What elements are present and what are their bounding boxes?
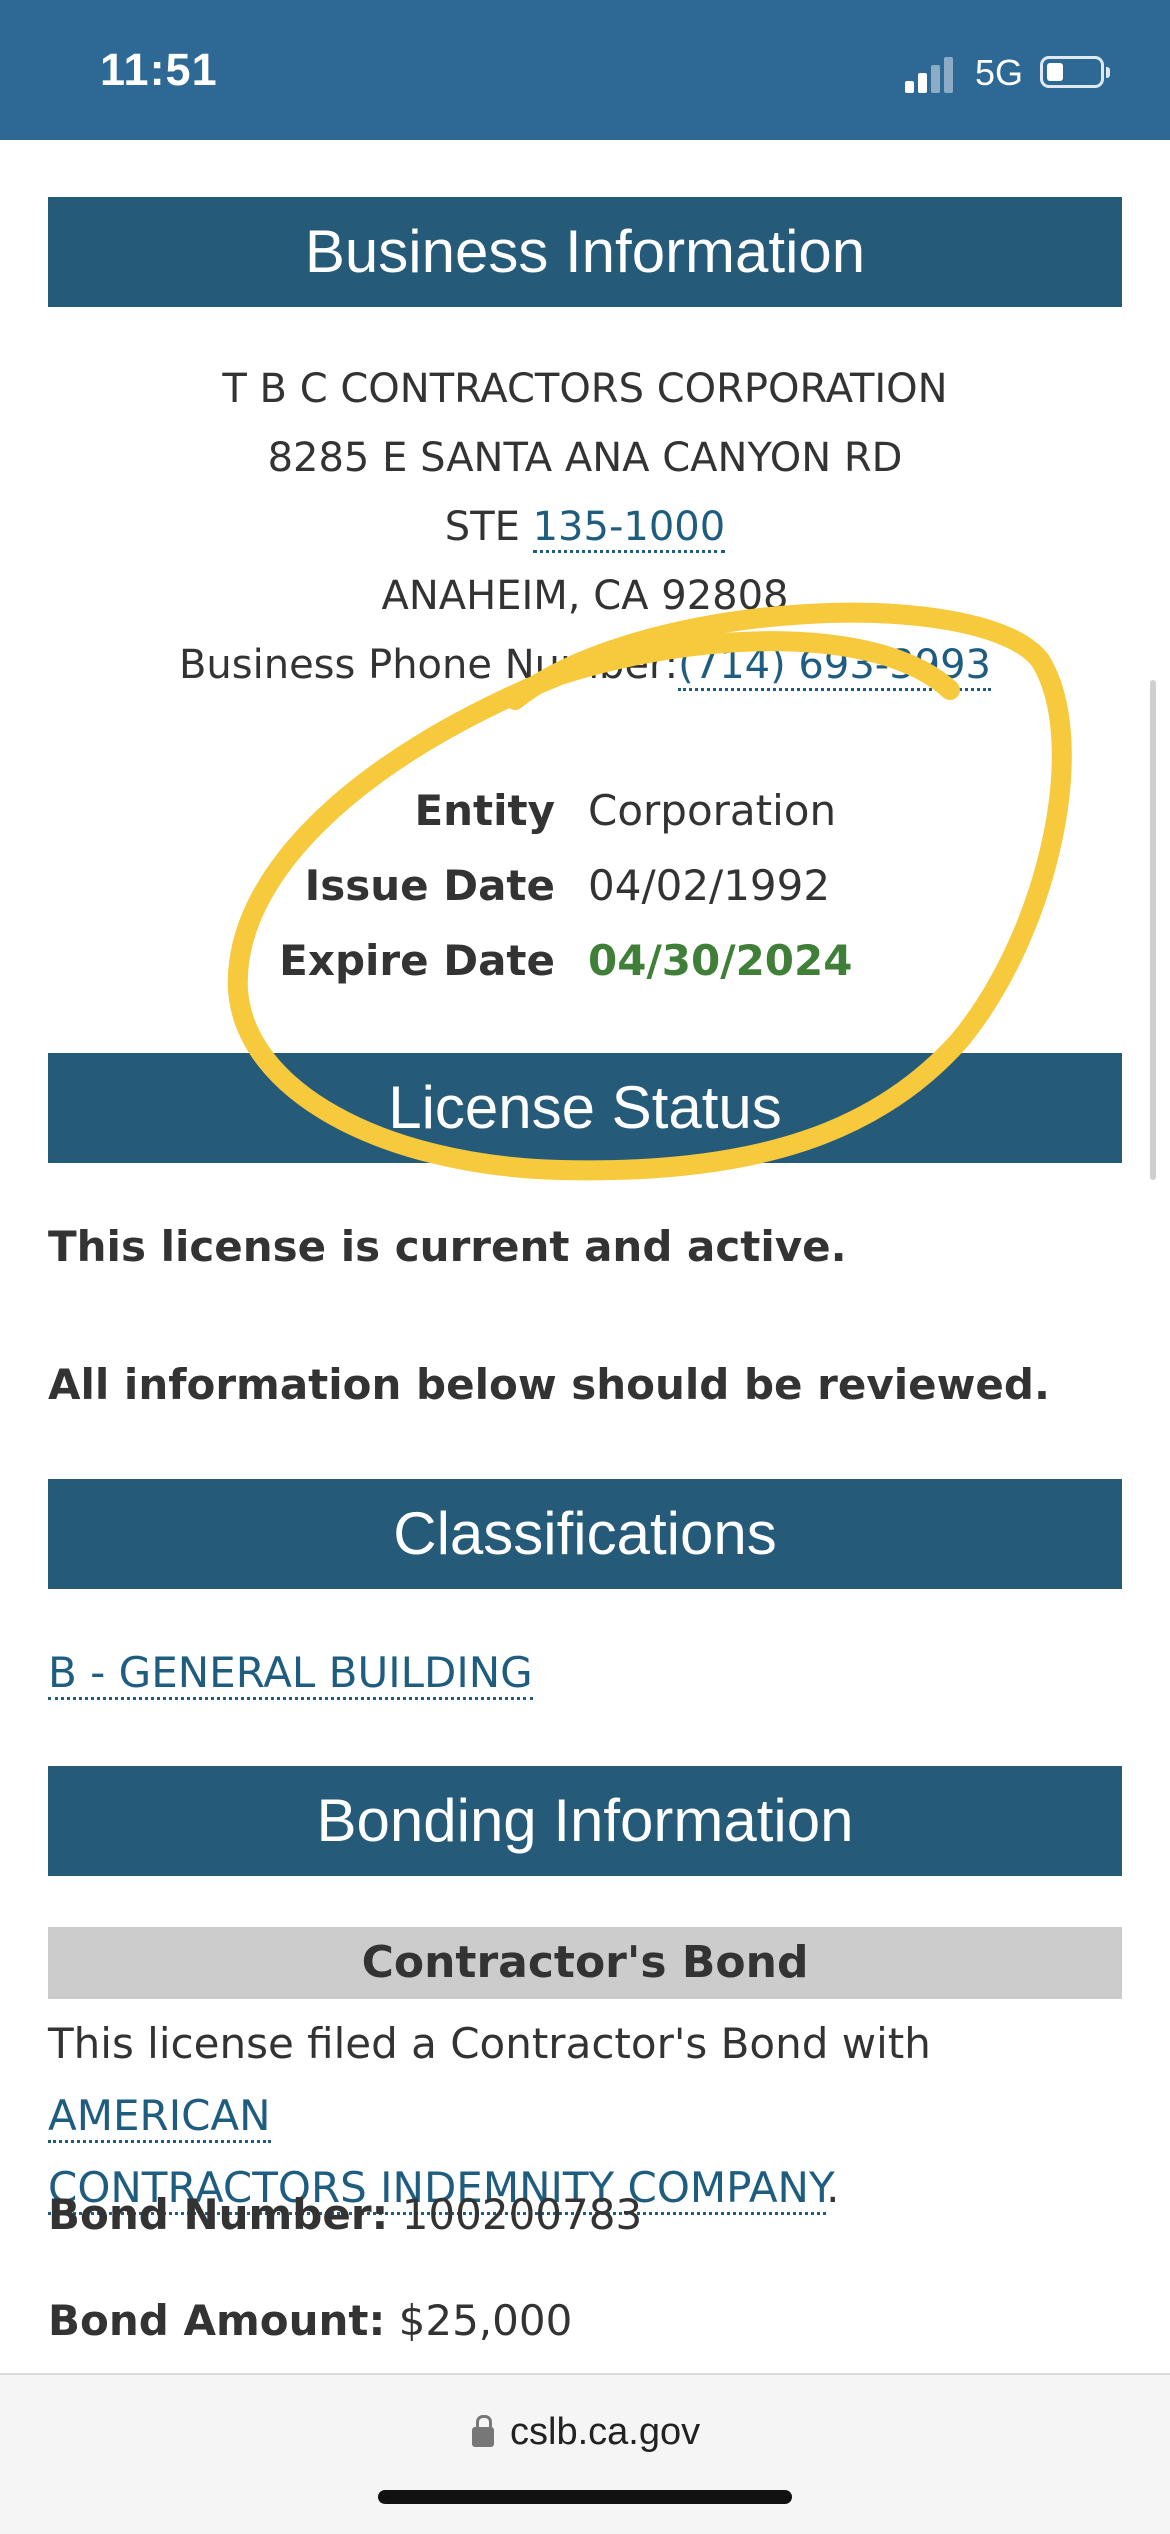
expire-date-label: Expire Date — [279, 936, 555, 985]
phone-link[interactable]: (714) 693-3993 — [678, 642, 992, 691]
business-address: 8285 E SANTA ANA CANYON RD — [267, 435, 903, 481]
expire-date-value: 04/30/2024 — [588, 936, 853, 985]
lock-icon — [472, 2415, 494, 2447]
issue-date-label: Issue Date — [304, 861, 555, 910]
phone-label: Business Phone Number: — [178, 642, 679, 688]
bond-amount-value: $25,000 — [398, 2296, 573, 2345]
review-notice: All information below should be reviewed… — [48, 1360, 1050, 1409]
business-city: ANAHEIM, CA 92808 — [381, 573, 789, 619]
classification-link[interactable]: B - GENERAL BUILDING — [48, 1648, 533, 1700]
bond-amount-label: Bond Amount: — [48, 2296, 386, 2345]
license-status-text: This license is current and active. — [48, 1222, 847, 1271]
entity-label: Entity — [414, 786, 555, 835]
business-phone-line: Business Phone Number:(714) 693-3993 — [48, 642, 1122, 691]
issue-date-value: 04/02/1992 — [588, 861, 831, 910]
status-bar: 11:51 5G — [0, 0, 1170, 140]
battery-icon — [1040, 56, 1110, 88]
home-indicator[interactable] — [378, 2490, 792, 2504]
contractors-bond-header: Contractor's Bond — [48, 1927, 1122, 1999]
url-text[interactable]: cslb.ca.gov — [510, 2411, 700, 2454]
bond-number-value: 100200783 — [401, 2190, 643, 2239]
bonding-header: Bonding Information — [48, 1766, 1122, 1876]
status-time: 11:51 — [100, 44, 218, 95]
network-label: 5G — [975, 52, 1024, 93]
classifications-header: Classifications — [48, 1479, 1122, 1589]
classification-item: B - GENERAL BUILDING — [48, 1648, 1122, 1700]
suite-link[interactable]: 135-1000 — [532, 504, 726, 553]
signal-icon — [905, 55, 953, 93]
business-name: T B C CONTRACTORS CORPORATION — [222, 366, 948, 412]
scrollbar[interactable] — [1150, 680, 1156, 1180]
entity-value: Corporation — [588, 786, 837, 835]
bond-amount-line: Bond Amount: $25,000 — [48, 2296, 1122, 2345]
bond-text: This license filed a Contractor's Bond w… — [48, 2019, 931, 2068]
business-suite: STE 135-1000 — [48, 504, 1122, 553]
business-info-header: Business Information — [48, 197, 1122, 307]
bond-number-line: Bond Number: 100200783 — [48, 2190, 1122, 2239]
license-status-header: License Status — [48, 1053, 1122, 1163]
bond-number-label: Bond Number: — [48, 2190, 389, 2239]
bond-company-link-1[interactable]: AMERICAN — [48, 2091, 271, 2143]
browser-address-bar[interactable]: cslb.ca.gov — [0, 2373, 1170, 2534]
suite-prefix: STE — [444, 504, 533, 550]
